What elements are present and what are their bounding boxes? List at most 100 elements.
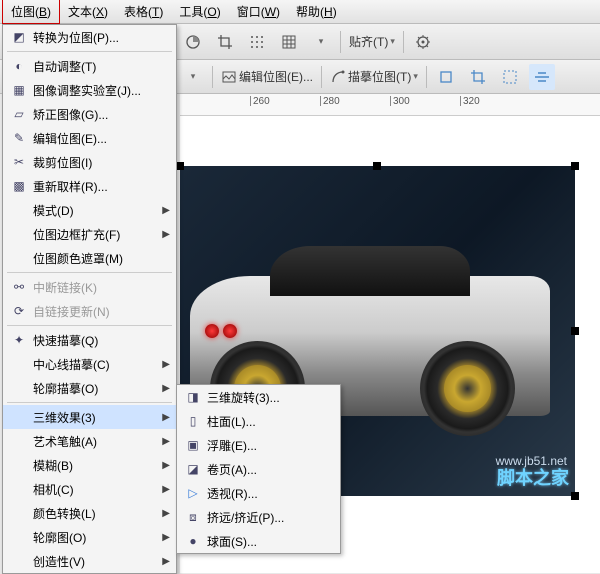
ruler-tick: 300 [390, 96, 410, 106]
pinch-icon: ⧈ [183, 510, 203, 525]
grid-dots-icon[interactable] [244, 29, 270, 55]
menu-3d-effects[interactable]: 三维效果(3)▶ [3, 405, 176, 429]
submenu-cylinder[interactable]: ▯柱面(L)... [177, 409, 340, 433]
submenu-sphere[interactable]: ●球面(S)... [177, 529, 340, 553]
selection-handle[interactable] [571, 162, 579, 170]
menu-quick-trace[interactable]: ✦快速描摹(Q) [3, 328, 176, 352]
sphere-icon: ● [183, 534, 203, 548]
menu-update-link: ⟳自链接更新(N) [3, 299, 176, 323]
menu-resample[interactable]: ▩重新取样(R)... [3, 174, 176, 198]
convert-icon: ◩ [9, 30, 29, 44]
menu-mode[interactable]: 模式(D)▶ [3, 198, 176, 222]
selection-handle[interactable] [571, 492, 579, 500]
submenu-pinch[interactable]: ⧈挤远/挤近(P)... [177, 505, 340, 529]
menu-separator [7, 402, 172, 403]
page-curl-icon: ◪ [183, 462, 203, 476]
menu-break-link: ⚯中断链接(K) [3, 275, 176, 299]
bitmap-menu-dropdown: ◩转换为位图(P)... ◐自动调整(T) ▦图像调整实验室(J)... ▱矫正… [2, 24, 177, 574]
menu-color-transform[interactable]: 颜色转换(L)▶ [3, 501, 176, 525]
edit-bitmap-icon: ✎ [9, 131, 29, 145]
submenu-arrow-icon: ▶ [162, 383, 170, 394]
auto-adjust-icon: ◐ [9, 59, 29, 73]
ruler-tick: 280 [320, 96, 340, 106]
submenu-arrow-icon: ▶ [162, 436, 170, 447]
chevron-down-icon[interactable]: ▾ [180, 64, 206, 90]
resample-icon: ▩ [9, 179, 29, 193]
crop-tool-icon[interactable] [212, 29, 238, 55]
separator [321, 66, 322, 88]
perspective-icon: ▷ [183, 486, 203, 500]
separator [340, 31, 341, 53]
menu-outline-trace[interactable]: 轮廓描摹(O)▶ [3, 376, 176, 400]
menu-separator [7, 51, 172, 52]
selection-handle[interactable] [373, 162, 381, 170]
rotate-3d-icon: ◨ [183, 390, 203, 404]
bounds-icon[interactable] [497, 64, 523, 90]
link-icon: ⚯ [9, 280, 29, 294]
menu-auto-adjust[interactable]: ◐自动调整(T) [3, 54, 176, 78]
menu-image-lab[interactable]: ▦图像调整实验室(J)... [3, 78, 176, 102]
menu-art-strokes[interactable]: 艺术笔触(A)▶ [3, 429, 176, 453]
separator [212, 66, 213, 88]
submenu-emboss[interactable]: ▣浮雕(E)... [177, 433, 340, 457]
menu-edit-bitmap[interactable]: ✎编辑位图(E)... [3, 126, 176, 150]
ruler-tick: 260 [250, 96, 270, 106]
cylinder-icon: ▯ [183, 414, 203, 428]
menu-straighten[interactable]: ▱矫正图像(G)... [3, 102, 176, 126]
menu-tools[interactable]: 工具(O) [171, 0, 228, 23]
submenu-arrow-icon: ▶ [162, 359, 170, 370]
menu-centerline-trace[interactable]: 中心线描摹(C)▶ [3, 352, 176, 376]
menu-crop-bitmap[interactable]: ✂裁剪位图(I) [3, 150, 176, 174]
selection-handle[interactable] [571, 327, 579, 335]
edit-bitmap-button[interactable]: 编辑位图(E)... [219, 68, 315, 85]
menu-inflate-border[interactable]: 位图边框扩充(F)▶ [3, 222, 176, 246]
grid-icon[interactable] [276, 29, 302, 55]
rect-select-icon[interactable] [433, 64, 459, 90]
menu-creative[interactable]: 创造性(V)▶ [3, 549, 176, 573]
crop-icon[interactable] [465, 64, 491, 90]
ruler-tick: 320 [460, 96, 480, 106]
menu-contour[interactable]: 轮廓图(O)▶ [3, 525, 176, 549]
submenu-arrow-icon: ▶ [162, 532, 170, 543]
submenu-3d-rotate[interactable]: ◨三维旋转(3)... [177, 385, 340, 409]
pie-chart-icon[interactable] [180, 29, 206, 55]
menu-window[interactable]: 窗口(W) [229, 0, 288, 23]
submenu-page-curl[interactable]: ◪卷页(A)... [177, 457, 340, 481]
menu-convert-to-bitmap[interactable]: ◩转换为位图(P)... [3, 25, 176, 49]
submenu-perspective[interactable]: ▷透视(R)... [177, 481, 340, 505]
snap-to-dropdown[interactable]: 贴齐(T) ▾ [347, 33, 397, 50]
menubar: 位图(B) 文本(X) 表格(T) 工具(O) 窗口(W) 帮助(H) [0, 0, 600, 24]
options-icon[interactable] [410, 29, 436, 55]
emboss-icon: ▣ [183, 438, 203, 452]
submenu-arrow-icon: ▶ [162, 412, 170, 423]
dropdown-icon[interactable]: ▾ [308, 29, 334, 55]
straighten-icon: ▱ [9, 107, 29, 121]
menu-separator [7, 272, 172, 273]
menu-blur[interactable]: 模糊(B)▶ [3, 453, 176, 477]
3d-effects-submenu: ◨三维旋转(3)... ▯柱面(L)... ▣浮雕(E)... ◪卷页(A)..… [176, 384, 341, 554]
menu-color-mask[interactable]: 位图颜色遮罩(M) [3, 246, 176, 270]
horizontal-ruler: 260 280 300 320 [180, 94, 600, 116]
menu-bitmap[interactable]: 位图(B) [2, 0, 60, 24]
submenu-arrow-icon: ▶ [162, 205, 170, 216]
submenu-arrow-icon: ▶ [162, 460, 170, 471]
submenu-arrow-icon: ▶ [162, 484, 170, 495]
update-icon: ⟳ [9, 304, 29, 318]
trace-bitmap-dropdown[interactable]: 描摹位图(T) ▾ [328, 68, 420, 85]
watermark-brand: 脚本之家 [497, 464, 569, 490]
menu-separator [7, 325, 172, 326]
menu-text[interactable]: 文本(X) [60, 0, 116, 23]
submenu-arrow-icon: ▶ [162, 508, 170, 519]
menu-table[interactable]: 表格(T) [116, 0, 171, 23]
lab-icon: ▦ [9, 83, 29, 97]
quick-trace-icon: ✦ [9, 333, 29, 347]
submenu-arrow-icon: ▶ [162, 229, 170, 240]
submenu-arrow-icon: ▶ [162, 556, 170, 567]
crop-icon: ✂ [9, 155, 29, 169]
menu-camera[interactable]: 相机(C)▶ [3, 477, 176, 501]
separator [403, 31, 404, 53]
menu-help[interactable]: 帮助(H) [288, 0, 345, 23]
separator [426, 66, 427, 88]
align-icon[interactable] [529, 64, 555, 90]
selection-handle[interactable] [176, 162, 184, 170]
